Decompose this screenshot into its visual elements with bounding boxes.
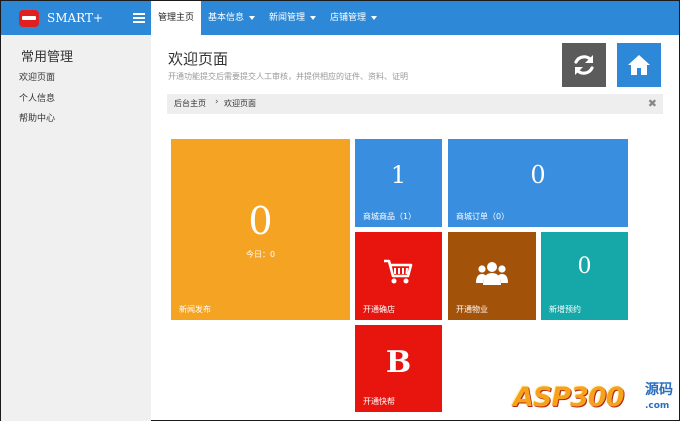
tile-express-label: 开通快帮 — [363, 397, 395, 406]
page-subtitle: 开通功能提交后需要提交人工审核，并提供相应的证件、资料、证明 — [168, 72, 408, 81]
tile-products-label: 商城商品（1） — [363, 212, 417, 221]
tile-open-property[interactable]: 开通物业 — [448, 232, 536, 320]
tile-booking[interactable]: 0 新增预约 — [541, 232, 628, 320]
caret-down-icon — [249, 15, 256, 20]
tile-open-shop-label: 开通确店 — [363, 305, 395, 314]
tile-products-value: 1 — [390, 161, 407, 189]
tile-news-label: 新闻发布 — [179, 305, 211, 314]
caret-down-icon — [310, 15, 317, 20]
watermark-domain: .com — [645, 401, 670, 411]
brand-logo — [19, 10, 39, 27]
watermark-suffix-text: 源码 — [645, 382, 673, 398]
tile-orders-label: 商城订单（0） — [456, 212, 510, 221]
tile-products[interactable]: 1 商城商品（1） — [355, 139, 442, 227]
breadcrumb-current: 欢迎页面 — [224, 99, 256, 108]
tile-booking-label: 新增预约 — [549, 305, 581, 314]
users-icon — [476, 262, 508, 285]
sidebar-item-welcome[interactable]: 欢迎页面 — [19, 70, 55, 83]
nav-item-label: 基本信息 — [208, 13, 245, 23]
tile-news[interactable]: 0 今日：0 新闻发布 — [171, 139, 350, 320]
tile-orders[interactable]: 0 商城订单（0） — [448, 139, 628, 227]
sidebar-item-help[interactable]: 帮助中心 — [19, 111, 55, 124]
b-letter-icon: B — [385, 345, 412, 380]
tile-booking-value: 0 — [577, 254, 592, 279]
watermark-suffix: 源码 .com — [645, 383, 673, 413]
watermark-text: ASP300 — [513, 382, 624, 413]
close-icon[interactable]: ✖ — [648, 97, 657, 110]
sidebar: 常用管理 欢迎页面 个人信息 帮助中心 — [1, 35, 151, 421]
caret-down-icon — [371, 15, 378, 20]
nav-item-label: 新闻管理 — [269, 13, 306, 23]
home-button[interactable] — [617, 43, 661, 87]
nav-item-basic-info[interactable]: 基本信息 — [201, 1, 262, 35]
tile-orders-value: 0 — [530, 161, 546, 189]
page-title: 欢迎页面 — [168, 50, 229, 68]
nav-item-label: 管理主页 — [158, 13, 195, 23]
top-navbar: SMART+ 管理主页 基本信息 新闻管理 店铺管理 — [1, 1, 679, 35]
sidebar-item-profile[interactable]: 个人信息 — [19, 91, 55, 104]
brand-name: SMART+ — [47, 11, 104, 25]
nav-item-news[interactable]: 新闻管理 — [262, 1, 323, 35]
shopping-cart-icon — [384, 259, 413, 284]
tile-express[interactable]: B 开通快帮 — [355, 325, 442, 412]
sidebar-title: 常用管理 — [21, 50, 74, 65]
tile-news-value: 0 — [248, 199, 273, 243]
main-nav: 管理主页 基本信息 新闻管理 店铺管理 — [151, 1, 384, 35]
tile-news-today: 今日：0 — [245, 250, 276, 259]
menu-toggle-icon[interactable] — [133, 13, 145, 23]
home-icon — [628, 55, 650, 75]
breadcrumb-home-link[interactable]: 后台主页 — [174, 98, 206, 109]
refresh-icon — [574, 55, 594, 75]
nav-item-home[interactable]: 管理主页 — [151, 1, 202, 35]
nav-item-label: 店铺管理 — [330, 13, 367, 23]
tile-open-shop[interactable]: 开通确店 — [355, 232, 442, 320]
tile-open-property-label: 开通物业 — [456, 305, 488, 314]
watermark: ASP300 源码 .com — [509, 377, 679, 417]
brand: SMART+ — [1, 1, 151, 35]
nav-item-shop[interactable]: 店铺管理 — [323, 1, 384, 35]
breadcrumb: 后台主页 › 欢迎页面 ✖ — [167, 94, 663, 114]
refresh-button[interactable] — [562, 43, 606, 87]
breadcrumb-separator: › — [215, 97, 219, 107]
